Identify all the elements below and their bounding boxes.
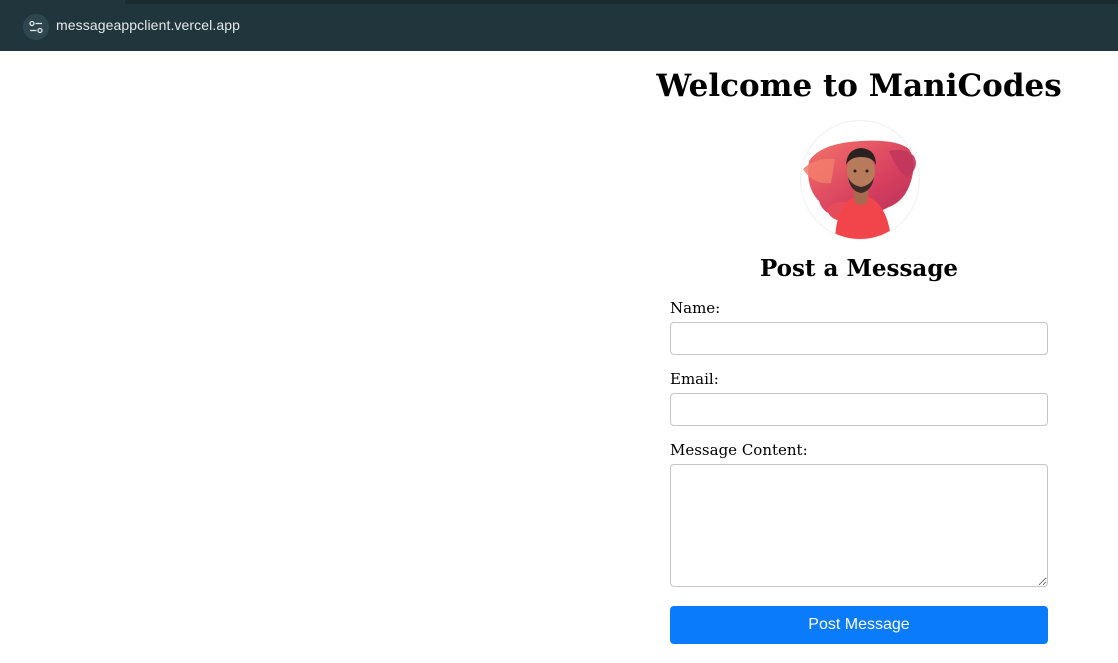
browser-toolbar: messageappclient.vercel.app [0, 0, 1118, 51]
profile-photo-icon [803, 140, 916, 239]
email-label: Email: [670, 370, 719, 388]
tab-strip [0, 0, 1118, 4]
name-input[interactable] [670, 322, 1048, 355]
tune-icon [29, 20, 43, 34]
form-title: Post a Message [759, 255, 959, 282]
active-tab-edge [0, 0, 125, 4]
post-message-button[interactable]: Post Message [670, 606, 1048, 644]
address-bar-url[interactable]: messageappclient.vercel.app [56, 17, 240, 33]
email-input[interactable] [670, 393, 1048, 426]
name-label: Name: [670, 299, 721, 317]
page-title: Welcome to ManiCodes [656, 68, 1062, 104]
message-content-textarea[interactable] [670, 464, 1048, 587]
message-content-label: Message Content: [670, 441, 808, 459]
avatar [800, 120, 920, 240]
site-info-icon[interactable] [23, 14, 49, 40]
